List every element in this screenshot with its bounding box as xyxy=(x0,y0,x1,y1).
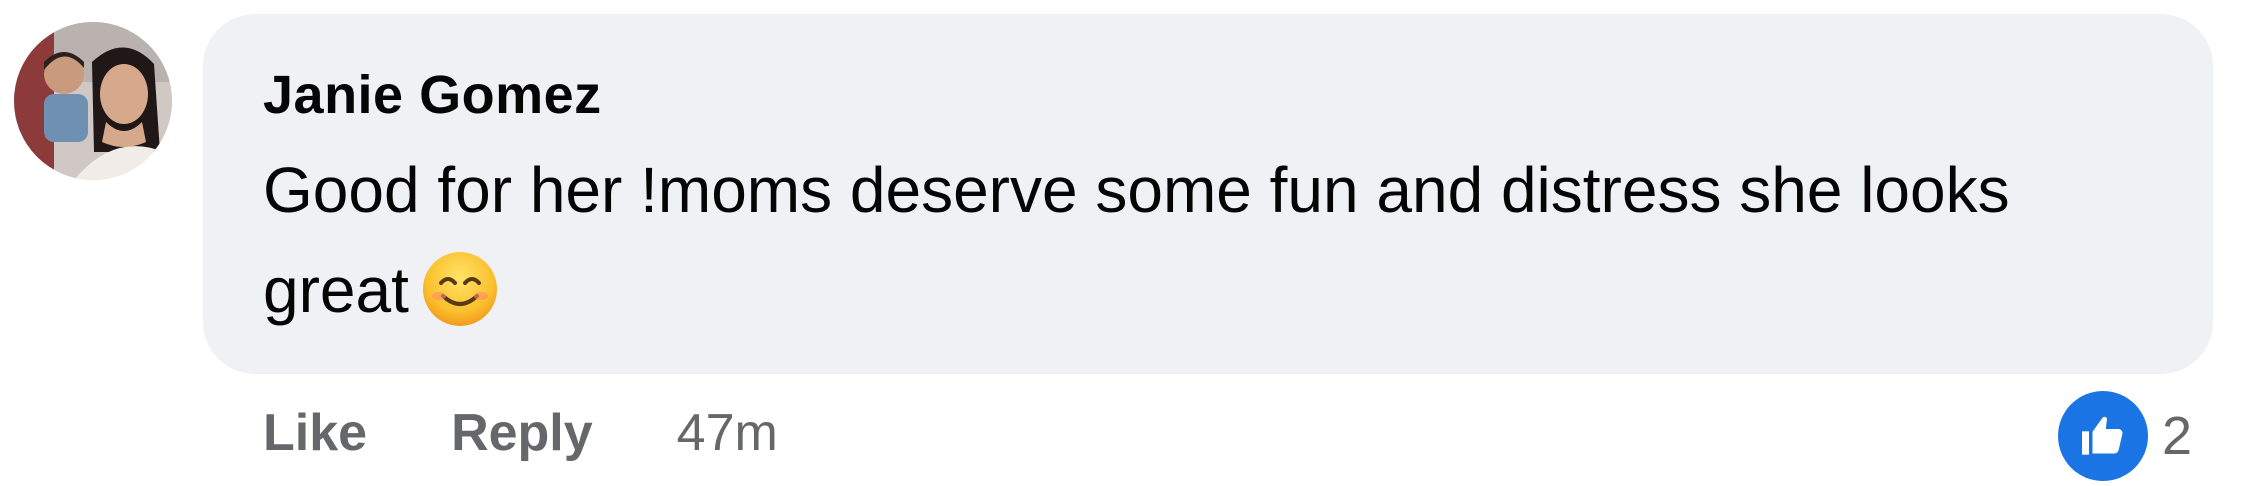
avatar-image xyxy=(14,22,172,180)
reaction-count: 2 xyxy=(2162,406,2193,466)
reply-button[interactable]: Reply xyxy=(451,403,593,463)
comment-text-block: Good for her !moms deserve some fun and … xyxy=(263,140,2163,340)
smiling-face-emoji-icon xyxy=(421,250,499,328)
reaction-summary[interactable]: 2 xyxy=(2058,391,2192,481)
comment: Janie Gomez Good for her !moms deserve s… xyxy=(0,0,2260,486)
comment-actions: Like Reply 47m xyxy=(263,403,778,463)
comment-timestamp[interactable]: 47m xyxy=(677,403,778,463)
like-button[interactable]: Like xyxy=(263,403,367,463)
avatar[interactable] xyxy=(14,22,172,180)
comment-text: Good for her !moms deserve some fun and … xyxy=(263,154,2010,326)
thumbs-up-icon xyxy=(2058,391,2148,481)
comment-author[interactable]: Janie Gomez xyxy=(263,64,602,126)
